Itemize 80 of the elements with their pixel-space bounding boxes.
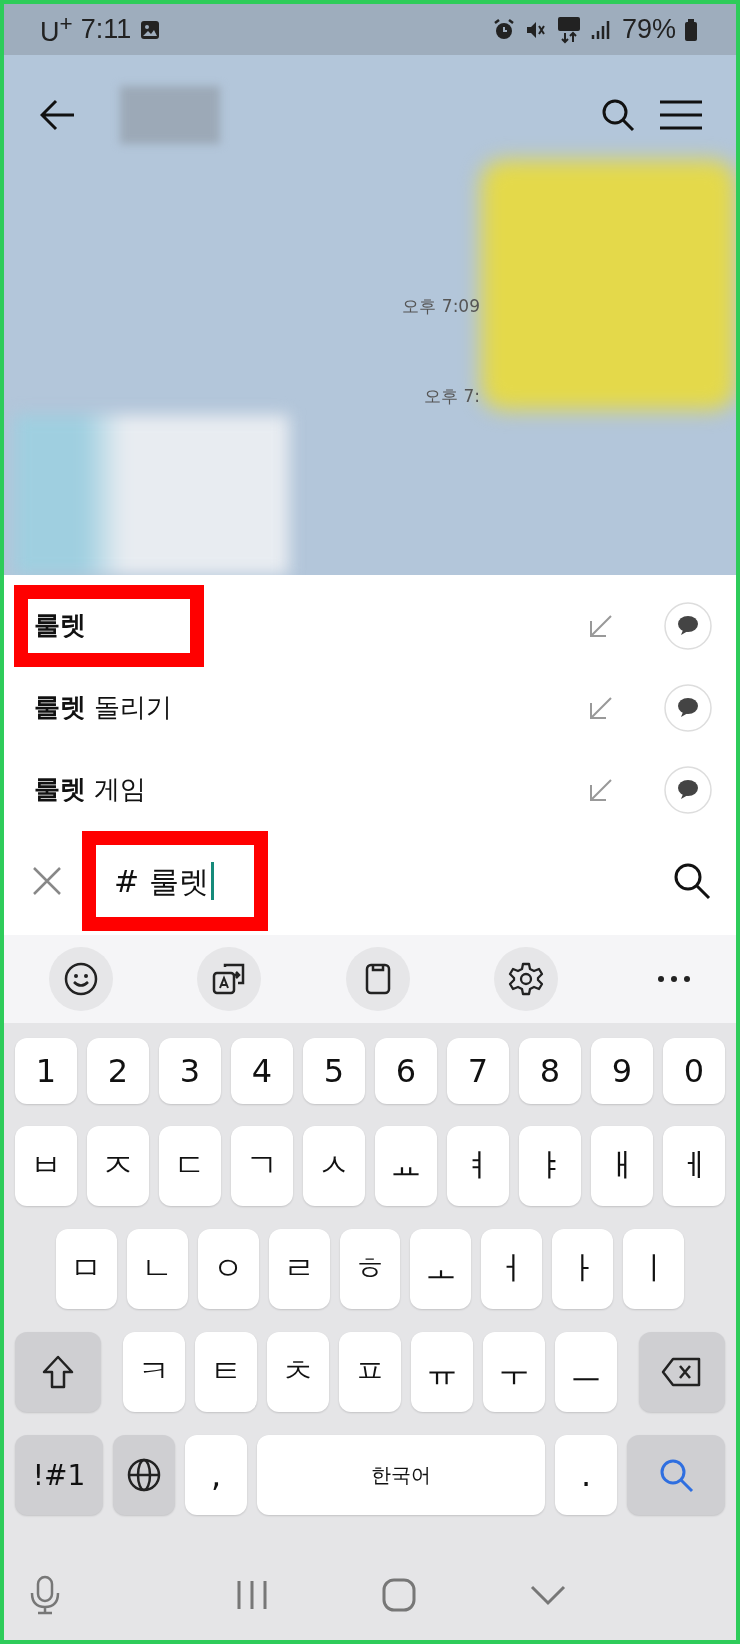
keyboard-key[interactable]: ㅌ — [195, 1332, 257, 1412]
settings-icon — [507, 961, 544, 997]
keyboard-key[interactable]: ㅅ — [303, 1126, 365, 1206]
close-icon[interactable] — [32, 866, 62, 896]
keyboard-key[interactable]: ㅐ — [591, 1126, 653, 1206]
keyboard-key[interactable]: ㅈ — [87, 1126, 149, 1206]
keyboard-key[interactable]: , — [185, 1435, 247, 1515]
menu-icon[interactable] — [660, 100, 702, 130]
backspace-key[interactable] — [639, 1332, 725, 1412]
keyboard-key[interactable]: 0 — [663, 1038, 725, 1104]
keyboard-key[interactable]: ㅡ — [555, 1332, 617, 1412]
chat-bubble-icon[interactable] — [664, 684, 712, 732]
keyboard-key[interactable]: ㄱ — [231, 1126, 293, 1206]
keyboard-key[interactable]: ㅊ — [267, 1332, 329, 1412]
keyboard-key[interactable]: 4 — [231, 1038, 293, 1104]
keyboard-key[interactable]: ㅇ — [197, 1229, 259, 1309]
signal-icon — [589, 18, 612, 41]
keyboard-key[interactable]: ㅑ — [519, 1126, 581, 1206]
search-icon[interactable] — [672, 861, 712, 901]
globe-icon — [126, 1457, 162, 1493]
suggestion-text: 룰렛 돌리기 — [34, 691, 173, 725]
keyboard-key[interactable]: ㅋ — [123, 1332, 185, 1412]
keyboard-key[interactable]: ㅏ — [552, 1229, 614, 1309]
search-icon[interactable] — [600, 97, 636, 133]
image-icon — [139, 18, 162, 41]
symbols-key[interactable]: !#1 — [15, 1435, 103, 1515]
shift-key[interactable] — [15, 1332, 101, 1412]
keyboard-key[interactable]: 9 — [591, 1038, 653, 1104]
keyboard-key[interactable]: ㅍ — [339, 1332, 401, 1412]
keyboard-key[interactable]: ㄷ — [159, 1126, 221, 1206]
keyboard-key[interactable]: 6 — [375, 1038, 437, 1104]
suggestion-text: 룰렛 게임 — [34, 773, 147, 807]
chat-bubble-icon[interactable] — [664, 602, 712, 650]
smiley-icon — [63, 961, 99, 997]
suggestion-item[interactable]: 룰렛 — [14, 585, 712, 667]
keyboard-key[interactable]: ㅠ — [411, 1332, 473, 1412]
keyboard-key[interactable]: ㅛ — [375, 1126, 437, 1206]
arrow-icon[interactable] — [588, 777, 614, 803]
keyboard-key[interactable]: ㅂ — [15, 1126, 77, 1206]
carrier-label: U$^{+}$ — [40, 11, 73, 48]
keyboard-key[interactable]: ㅗ — [410, 1229, 472, 1309]
search-key[interactable] — [627, 1435, 725, 1515]
arrow-icon[interactable] — [588, 613, 614, 639]
backspace-icon — [661, 1356, 703, 1388]
back-icon[interactable] — [40, 99, 76, 131]
message-time: 오후 7:09 — [402, 295, 480, 318]
keyboard-key[interactable]: ㅕ — [447, 1126, 509, 1206]
keyboard-key[interactable]: ㅣ — [623, 1229, 684, 1309]
keyboard-key[interactable]: ㄹ — [268, 1229, 330, 1309]
clock: 7:11 — [80, 14, 132, 45]
microphone-icon[interactable] — [28, 1575, 62, 1615]
shift-icon — [41, 1354, 75, 1390]
keyboard-key[interactable]: ㄴ — [126, 1229, 188, 1309]
keyboard-key[interactable]: 7 — [447, 1038, 509, 1104]
suggestion-item[interactable]: 룰렛 돌리기 — [14, 667, 712, 749]
keyboard-key[interactable]: 1 — [15, 1038, 77, 1104]
keyboard-key[interactable]: 3 — [159, 1038, 221, 1104]
arrow-icon[interactable] — [588, 695, 614, 721]
chat-bubble-icon[interactable] — [664, 766, 712, 814]
suggestion-item[interactable]: 룰렛 게임 — [14, 749, 712, 831]
keyboard-key[interactable]: 2 — [87, 1038, 149, 1104]
keyboard-key[interactable]: ㅎ — [339, 1229, 401, 1309]
language-key[interactable] — [113, 1435, 175, 1515]
home-icon[interactable] — [381, 1577, 418, 1613]
keyboard-key[interactable]: 8 — [519, 1038, 581, 1104]
suggestion-text: 룰렛 — [34, 609, 86, 643]
keyboard-key[interactable]: 5 — [303, 1038, 365, 1104]
keyboard-key[interactable]: ㅜ — [483, 1332, 545, 1412]
keyboard-key[interactable]: ㅁ — [56, 1229, 117, 1309]
keyboard-key[interactable]: ㅔ — [663, 1126, 725, 1206]
battery-icon — [684, 17, 698, 42]
space-bar[interactable]: 한국어 — [257, 1435, 545, 1515]
keyboard-key[interactable]: . — [555, 1435, 617, 1515]
keyboard-key[interactable]: ㅓ — [481, 1229, 543, 1309]
chevron-down-icon[interactable] — [529, 1584, 566, 1606]
more-icon — [656, 974, 692, 984]
message-time: 오후 7: — [424, 385, 480, 408]
battery-level: 79% — [621, 14, 676, 45]
search-field[interactable]: # 룰렛 — [96, 859, 224, 903]
network-icon — [555, 15, 582, 44]
